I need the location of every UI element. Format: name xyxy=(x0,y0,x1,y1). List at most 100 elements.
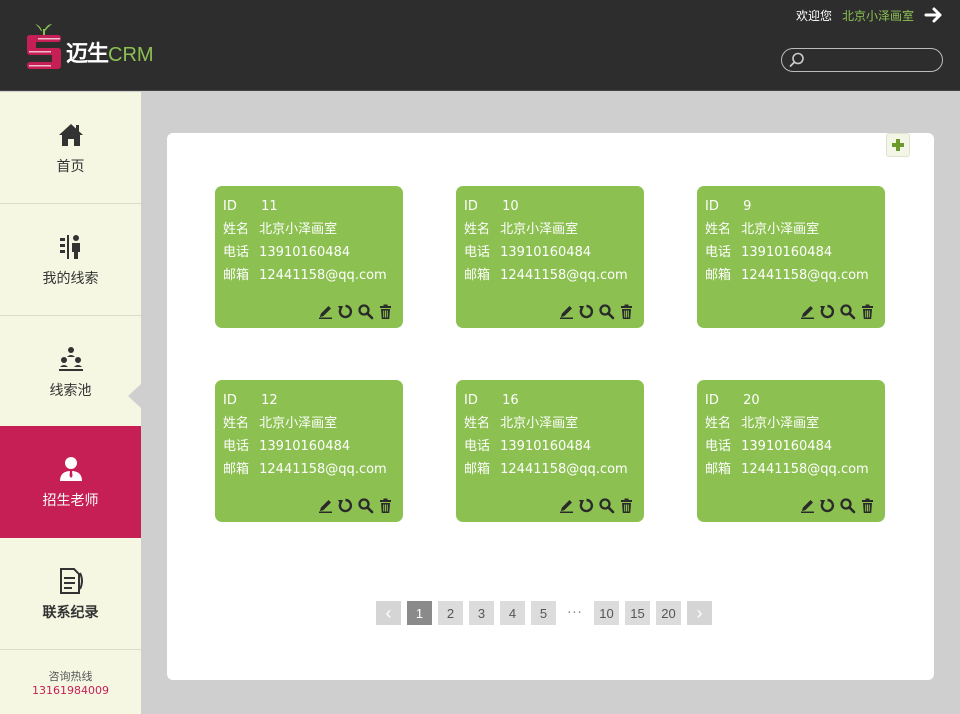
page-button[interactable]: 20 xyxy=(656,601,681,625)
sidebar-item-label: 线索池 xyxy=(49,382,92,399)
card-phone-row: 电话 13910160484 xyxy=(464,435,636,458)
refresh-button[interactable] xyxy=(818,302,836,320)
next-page-button[interactable]: › xyxy=(687,601,712,625)
logo-crm-text: CRM xyxy=(108,44,154,66)
card-phone-value: 13910160484 xyxy=(741,245,833,260)
card-phone-label: 电话 xyxy=(705,439,732,454)
home-icon xyxy=(58,123,83,146)
trash-icon xyxy=(620,304,632,319)
card-email-row: 邮箱 12441158@qq.com xyxy=(464,458,636,481)
magnifier-icon xyxy=(357,497,373,513)
app-logo[interactable]: 迈生 CRM xyxy=(24,20,154,74)
teacher-card[interactable]: ID 10 姓名 北京小泽画室 电话 13910160484 邮箱 12441158@… xyxy=(456,186,644,328)
refresh-icon xyxy=(337,498,352,512)
refresh-button[interactable] xyxy=(818,496,836,514)
delete-button[interactable] xyxy=(617,496,635,514)
refresh-icon xyxy=(578,498,593,512)
card-name-row: 姓名 北京小泽画室 xyxy=(223,412,395,435)
delete-button[interactable] xyxy=(376,302,394,320)
card-email-label: 邮箱 xyxy=(705,268,732,283)
delete-button[interactable] xyxy=(858,302,876,320)
card-id-label: ID xyxy=(705,393,719,408)
edit-button[interactable] xyxy=(798,302,816,320)
card-name-label: 姓名 xyxy=(223,416,250,431)
card-id-label: ID xyxy=(464,199,478,214)
delete-button[interactable] xyxy=(376,496,394,514)
view-button[interactable] xyxy=(838,496,856,514)
refresh-icon xyxy=(578,304,593,318)
page-button[interactable]: 3 xyxy=(469,601,494,625)
card-phone-value: 13910160484 xyxy=(259,439,351,454)
search-box[interactable] xyxy=(781,48,943,72)
view-button[interactable] xyxy=(597,496,615,514)
pencil-icon xyxy=(559,305,573,319)
teacher-card[interactable]: ID 20 姓名 北京小泽画室 电话 13910160484 邮箱 12441158@… xyxy=(697,380,885,522)
sidebar-item-recruit-teacher[interactable]: 招生老师 xyxy=(0,426,141,538)
edit-button[interactable] xyxy=(557,496,575,514)
card-email-label: 邮箱 xyxy=(705,462,732,477)
card-email-value: 12441158@qq.com xyxy=(741,462,869,477)
page-button[interactable]: 15 xyxy=(625,601,650,625)
pencil-icon xyxy=(318,305,332,319)
edit-button[interactable] xyxy=(557,302,575,320)
delete-button[interactable] xyxy=(858,496,876,514)
card-name-value: 北京小泽画室 xyxy=(500,222,579,237)
card-email-value: 12441158@qq.com xyxy=(259,462,387,477)
trash-icon xyxy=(861,304,873,319)
teacher-card[interactable]: ID 16 姓名 北京小泽画室 电话 13910160484 邮箱 12441158@… xyxy=(456,380,644,522)
refresh-button[interactable] xyxy=(577,302,595,320)
search-icon[interactable] xyxy=(788,51,806,69)
card-name-label: 姓名 xyxy=(464,416,491,431)
card-actions xyxy=(557,496,635,514)
page-button[interactable]: 5 xyxy=(531,601,556,625)
view-button[interactable] xyxy=(597,302,615,320)
sidebar-item-contact-records[interactable]: 联系纪录 xyxy=(0,538,141,650)
edit-button[interactable] xyxy=(316,302,334,320)
current-user-link[interactable]: 北京小泽画室 xyxy=(842,7,914,24)
prev-page-button[interactable]: ‹ xyxy=(376,601,401,625)
card-phone-value: 13910160484 xyxy=(741,439,833,454)
edit-button[interactable] xyxy=(798,496,816,514)
sidebar-item-home[interactable]: 首页 xyxy=(0,92,141,204)
card-id-value: 12 xyxy=(261,393,278,408)
sidebar-item-lead-pool[interactable]: 线索池 xyxy=(0,316,141,428)
card-name-row: 姓名 北京小泽画室 xyxy=(464,412,636,435)
view-button[interactable] xyxy=(356,496,374,514)
card-phone-row: 电话 13910160484 xyxy=(223,435,395,458)
page-button[interactable]: 1 xyxy=(407,601,432,625)
search-input[interactable] xyxy=(810,51,938,69)
card-phone-label: 电话 xyxy=(223,245,250,260)
teacher-card[interactable]: ID 9 姓名 北京小泽画室 电话 13910160484 邮箱 12441158@q… xyxy=(697,186,885,328)
card-name-value: 北京小泽画室 xyxy=(741,222,820,237)
card-name-row: 姓名 北京小泽画室 xyxy=(705,412,877,435)
card-actions xyxy=(316,302,394,320)
card-email-value: 12441158@qq.com xyxy=(500,268,628,283)
teacher-card[interactable]: ID 11 姓名 北京小泽画室 电话 13910160484 邮箱 12441158@… xyxy=(215,186,403,328)
edit-button[interactable] xyxy=(316,496,334,514)
card-email-label: 邮箱 xyxy=(223,462,250,477)
page-button[interactable]: 10 xyxy=(594,601,619,625)
logo-brand-text: 迈生 xyxy=(66,42,109,67)
add-button[interactable] xyxy=(886,133,910,157)
refresh-button[interactable] xyxy=(577,496,595,514)
delete-button[interactable] xyxy=(617,302,635,320)
trash-icon xyxy=(379,498,391,513)
magnifier-icon xyxy=(839,497,855,513)
logout-arrow-icon[interactable] xyxy=(924,5,944,25)
card-actions xyxy=(798,302,876,320)
refresh-button[interactable] xyxy=(336,496,354,514)
view-button[interactable] xyxy=(356,302,374,320)
pencil-icon xyxy=(318,499,332,513)
card-id-row: ID 16 xyxy=(464,389,636,412)
refresh-button[interactable] xyxy=(336,302,354,320)
active-nav-pointer xyxy=(128,384,141,408)
sidebar-item-my-leads[interactable]: 我的线索 xyxy=(0,204,141,316)
pencil-icon xyxy=(800,305,814,319)
sidebar-nav: 首页 我的线索 线索池 招生老师 联系纪录 咨询热线 13161984009 xyxy=(0,92,141,714)
card-phone-label: 电话 xyxy=(464,439,491,454)
page-button[interactable]: 4 xyxy=(500,601,525,625)
page-button[interactable]: 2 xyxy=(438,601,463,625)
teacher-card[interactable]: ID 12 姓名 北京小泽画室 电话 13910160484 邮箱 12441158@… xyxy=(215,380,403,522)
view-button[interactable] xyxy=(838,302,856,320)
refresh-icon xyxy=(337,304,352,318)
